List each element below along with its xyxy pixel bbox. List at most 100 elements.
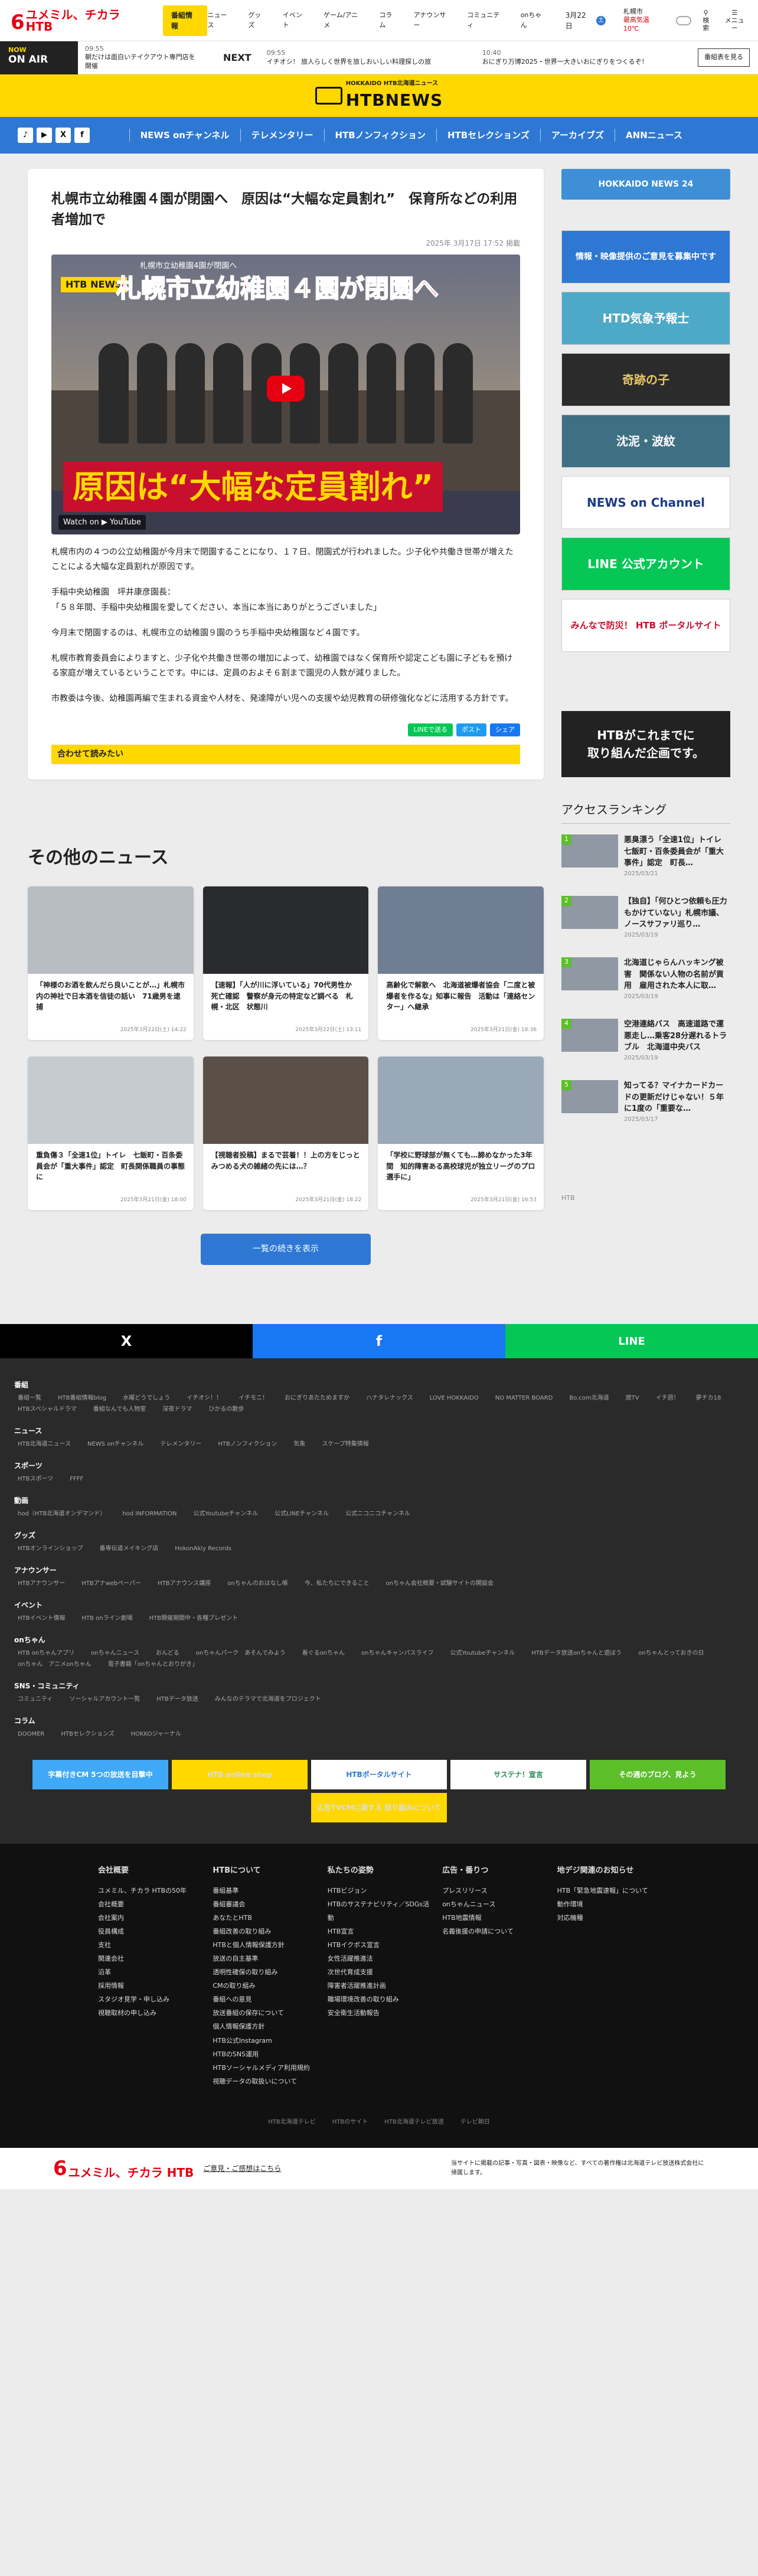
topnav-item[interactable]: onちゃん (521, 11, 548, 30)
video-player[interactable]: 札幌市立幼稚園4園が閉園へ HTB NEWS 札幌市立幼稚園４園が閉園へ 原因は… (51, 255, 520, 534)
topnav-item[interactable]: ゲーム/アニメ (324, 11, 364, 30)
side-ad-line[interactable]: LINE 公式アカウント (561, 537, 730, 591)
sitemap-heading[interactable]: グッズ (14, 1530, 744, 1541)
sitemap-link[interactable]: HokonAkiy Records (175, 1544, 231, 1553)
sitemap-link[interactable]: NEWS onチャンネル (87, 1440, 143, 1449)
search-icon[interactable]: ⚲ 検索 (700, 9, 713, 32)
footer-column-link[interactable]: 名義後援の申請について (442, 1925, 545, 1938)
ranking-item[interactable]: 4 空港連絡バス 高速道路で運悪走し…乗客28分遅れるトラブル 北海道中央バス 20… (561, 1012, 730, 1073)
sitemap-link[interactable]: onちゃんニュース (91, 1649, 139, 1658)
news-card[interactable]: 高齢化で解散へ 北海道被爆者協会「二度と被爆者を作るな」知事に報告 活動は「連絡… (378, 886, 544, 1040)
topnav-item[interactable]: ニュース (207, 11, 233, 30)
topnav-item[interactable]: アナウンサー (413, 11, 452, 30)
sitemap-link[interactable]: HTBデータ放送 (156, 1695, 198, 1704)
ranking-item[interactable]: 3 北海道じゃらんハッキング被害 関係ない人物の名前が貢用 雇用された本人に取… 2… (561, 950, 730, 1012)
news-card[interactable]: 「学校に野球部が無くても…諦めなかった3年間 知的障害ある高校球児が独立リーグの… (378, 1057, 544, 1210)
ranking-item[interactable]: 5 知ってる？マイナカードカードの更新だけじゃない！５年に1度の「重要な… 2025… (561, 1073, 730, 1134)
facebook-icon[interactable]: f (74, 128, 90, 143)
weather[interactable]: 札幌市 最高気温 10℃ (623, 8, 666, 33)
news-card[interactable]: 重負傷３「全速1位」トイレ 七飯町・百条委員会が「重大事件」認定 町長関係職員の… (28, 1057, 194, 1210)
sitemap-link[interactable]: HTBデータ放送onちゃんと遊ぼう (531, 1649, 622, 1658)
sitemap-link[interactable]: HTB番組情報blog (58, 1394, 106, 1403)
sitemap-link[interactable]: HTB開催期間中・各種プレゼント (149, 1614, 238, 1623)
nav-item-nonfiction[interactable]: HTBノンフィクション (324, 128, 436, 142)
x-post-button[interactable]: ポスト (456, 723, 486, 736)
sitemap-link[interactable]: 着ぐるonちゃん (302, 1649, 345, 1658)
footer-column-link[interactable]: 沿革 (98, 1965, 201, 1979)
footer-banner[interactable]: その週のブログ、見よう (590, 1760, 726, 1789)
sitemap-link[interactable]: LOVE HOKKAIDO (430, 1394, 479, 1403)
facebook-share-icon[interactable]: f (253, 1324, 505, 1358)
sitemap-link[interactable]: FFFF (70, 1475, 83, 1483)
footer-banner[interactable]: 広告TVCMに関する 取り組みについて (311, 1793, 447, 1822)
sitemap-link[interactable]: HTBオンラインショップ (18, 1544, 83, 1553)
menu-icon[interactable]: ☰ メニュー (722, 9, 747, 32)
x-icon[interactable]: X (55, 128, 71, 143)
nav-item-ann-news[interactable]: ANNニュース (615, 128, 693, 142)
sitemap-link[interactable]: イチモニ！ (238, 1394, 268, 1403)
sitemap-link[interactable]: HTBアナwebペーパー (81, 1579, 141, 1588)
footer-banner[interactable]: HTB online shop (172, 1760, 308, 1789)
sitemap-link[interactable]: DOOMER (18, 1730, 44, 1739)
current-program[interactable]: 09:55 朝だけは面白いテイクアウト専門店を開催 (78, 45, 208, 70)
sitemap-heading[interactable]: アナウンサー (14, 1565, 744, 1576)
sitemap-link[interactable]: 深夜ドラマ (162, 1405, 192, 1414)
footer-column-link[interactable]: 個人情報保護方針 (213, 2020, 315, 2033)
sitemap-link[interactable]: HTB onちゃんアプリ (18, 1649, 74, 1658)
footer-column-link[interactable]: 職場環境改善の取り組み (328, 1993, 430, 2006)
tiktok-icon[interactable]: ♪ (18, 128, 33, 143)
sitemap-heading[interactable]: ニュース (14, 1426, 744, 1436)
sitemap-link[interactable]: 公式Youtubeチャンネル (450, 1649, 515, 1658)
sitemap-link[interactable]: 番組一覧 (18, 1394, 41, 1403)
footer-column-link[interactable]: HTB「緊急地震速報」について (557, 1884, 660, 1897)
sitemap-link[interactable]: hod（HTB北海道オンデマンド） (18, 1509, 106, 1518)
nav-item-telementary[interactable]: テレメンタリー (240, 128, 324, 142)
footer-column-link[interactable]: 透明性確保の取り組み (213, 1965, 315, 1979)
footer-column-link[interactable]: 障害者活躍推進計画 (328, 1979, 430, 1993)
sitemap-link[interactable]: 公式Youtubeチャンネル (193, 1509, 258, 1518)
side-ad-hamon[interactable]: 沈泥・波紋 (561, 415, 730, 468)
sitemap-link[interactable]: ハナタレナックス (366, 1394, 413, 1403)
sitemap-link[interactable]: HTBアナウンス講座 (158, 1579, 211, 1588)
sitemap-link[interactable]: 公式ニコニコチャンネル (345, 1509, 410, 1518)
sitemap-link[interactable]: 夢チカ18 (696, 1394, 721, 1403)
news-card[interactable]: 【速報】「人が川に浮いている」70代男性か 死亡確認 警察が身元の特定など調べる… (202, 886, 369, 1040)
sitemap-link[interactable]: おにぎりあたためますか (285, 1394, 349, 1403)
footer-column-link[interactable]: 番組への意見 (213, 1993, 315, 2006)
sitemap-link[interactable]: NO MATTER BOARD (495, 1394, 553, 1403)
footer-banner[interactable]: HTBポータルサイト (311, 1760, 447, 1789)
footer-column-link[interactable]: 視聴取材の申し込み (98, 2006, 201, 2020)
footer-banner[interactable]: 字幕付きCM 5つの放送を目撃中 (32, 1760, 168, 1789)
sitemap-link[interactable]: onちゃん アニメonちゃん (18, 1660, 92, 1669)
sitemap-link[interactable]: onちゃんとっておきの日 (638, 1649, 704, 1658)
nav-item-selections[interactable]: HTBセレクションズ (436, 128, 540, 142)
footer-column-link[interactable]: 会社案内 (98, 1911, 201, 1925)
nav-item-news-on-channel[interactable]: NEWS onチャンネル (129, 128, 240, 142)
footer-column-link[interactable]: HTB宣言 (328, 1925, 430, 1938)
footer-column-link[interactable]: HTBのSNS運用 (213, 2047, 315, 2061)
sitemap-link[interactable]: 公式LINEチャンネル (275, 1509, 329, 1518)
line-share-button[interactable]: LINEで送る (408, 723, 453, 736)
footer-column-link[interactable]: 次世代育成支援 (328, 1965, 430, 1979)
topnav-item[interactable]: コラム (379, 11, 398, 30)
sitemap-link[interactable]: HTBアナウンサー (18, 1579, 65, 1588)
sitemap-link[interactable]: 番専伝道メイキング店 (100, 1544, 159, 1553)
side-ad-kiseki[interactable]: 奇跡の子 (561, 353, 730, 406)
footer-column-link[interactable]: 支社 (98, 1938, 201, 1952)
sitemap-link[interactable]: HTB onライン劇場 (82, 1614, 133, 1623)
sitemap-link[interactable]: HTBスペシャルドラマ (18, 1405, 77, 1414)
footer-link[interactable]: HTB北海道テレビ放送 (384, 2118, 444, 2127)
footer-column-link[interactable]: プレスリリース (442, 1884, 545, 1897)
facebook-share-button[interactable]: シェア (490, 723, 520, 736)
play-button-icon[interactable] (267, 376, 305, 402)
footer-column-link[interactable]: 採用情報 (98, 1979, 201, 1993)
footer-column-link[interactable]: HTB地震情報 (442, 1911, 545, 1925)
footer-column-link[interactable]: HTBビジョン (328, 1884, 430, 1897)
footer-column-link[interactable]: スタジオ見学・申し込み (98, 1993, 201, 2006)
x-share-icon[interactable]: X (0, 1324, 253, 1358)
sitemap-heading[interactable]: イベント (14, 1600, 744, 1610)
sitemap-link[interactable]: onちゃんキャンパスライフ (361, 1649, 433, 1658)
footer-column-link[interactable]: 番組改善の取り組み (213, 1925, 315, 1938)
footer-column-link[interactable]: 番組基準 (213, 1884, 315, 1897)
footer-link[interactable]: テレビ朝日 (460, 2118, 490, 2127)
